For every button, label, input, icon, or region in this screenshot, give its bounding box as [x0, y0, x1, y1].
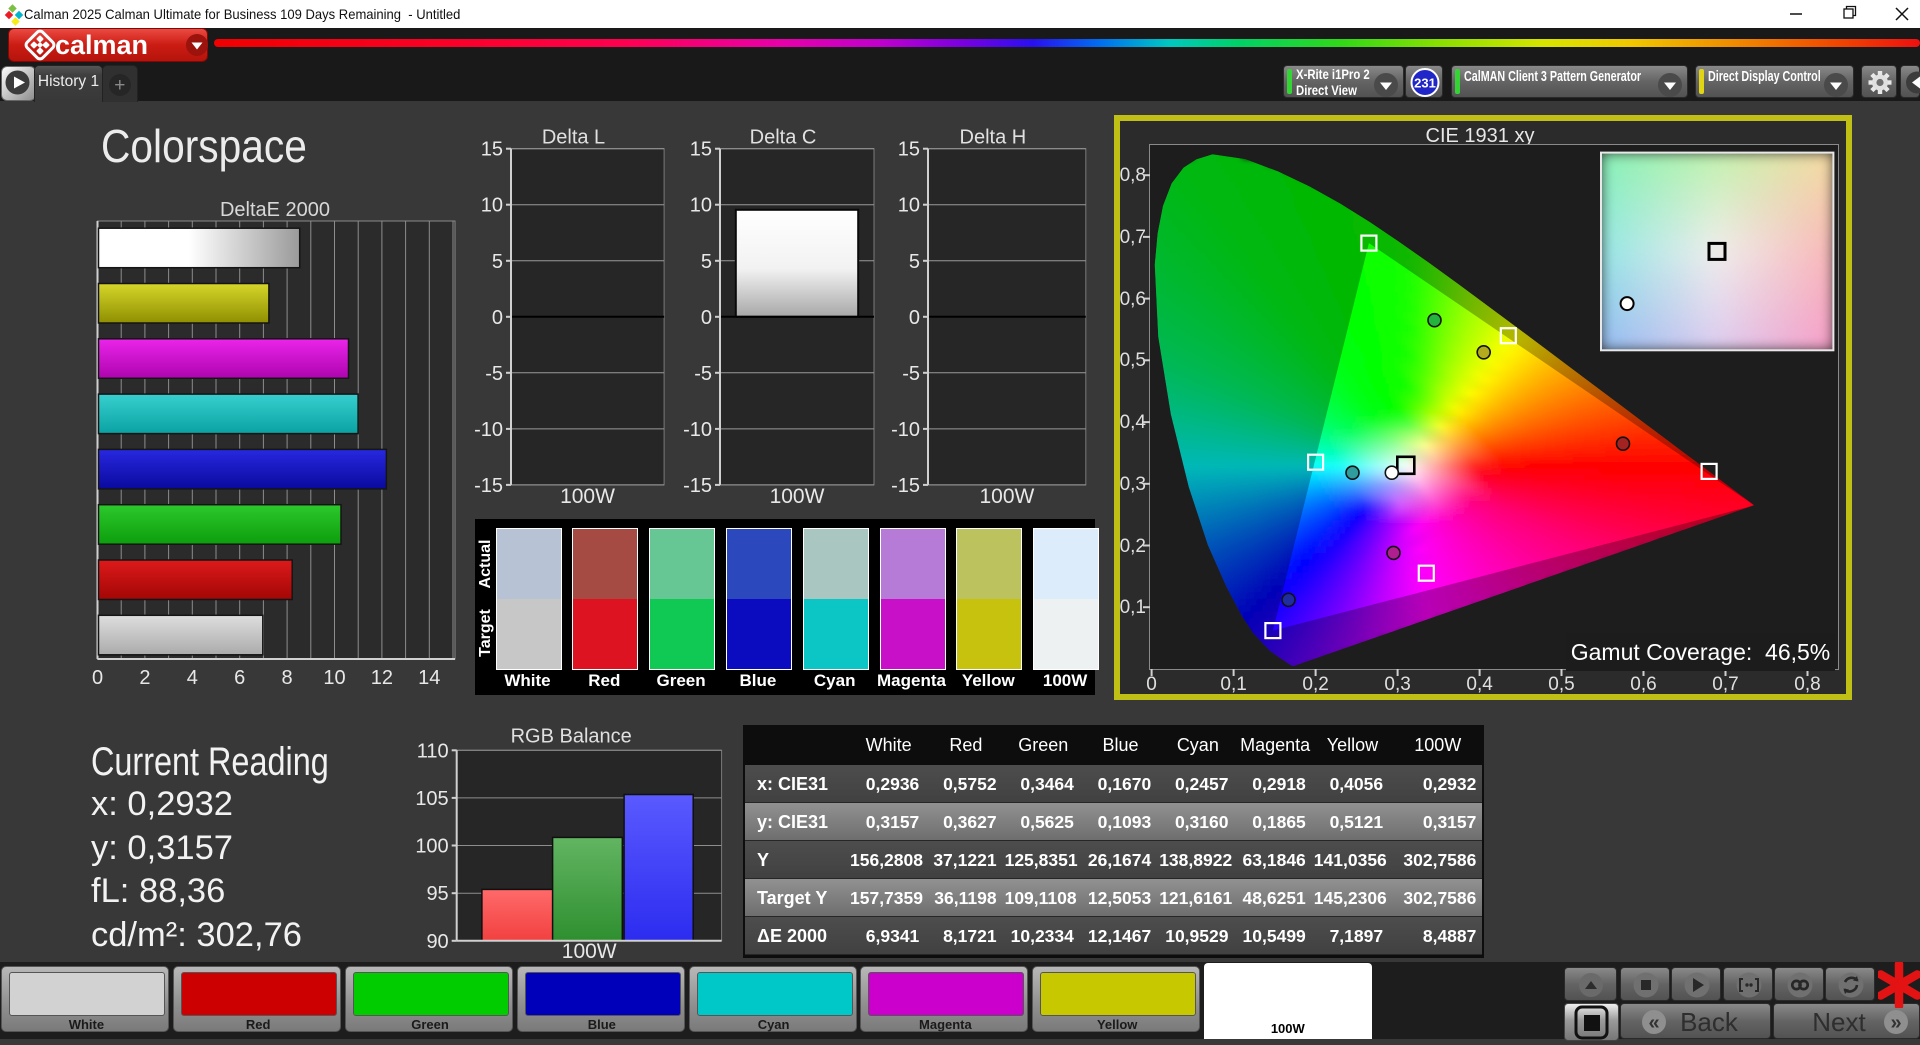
svg-text:100W: 100W — [562, 940, 617, 962]
svg-text:100: 100 — [415, 836, 448, 858]
svg-text:95: 95 — [426, 883, 448, 905]
svg-text:110: 110 — [417, 740, 449, 762]
svg-text:Back: Back — [1680, 1007, 1739, 1037]
svg-text:90: 90 — [426, 931, 448, 953]
svg-text:«: « — [1648, 1012, 1659, 1034]
svg-text:»: » — [1890, 1012, 1901, 1034]
svg-text:105: 105 — [415, 788, 448, 810]
svg-text:RGB Balance: RGB Balance — [511, 725, 632, 747]
svg-text:Next: Next — [1812, 1007, 1866, 1037]
